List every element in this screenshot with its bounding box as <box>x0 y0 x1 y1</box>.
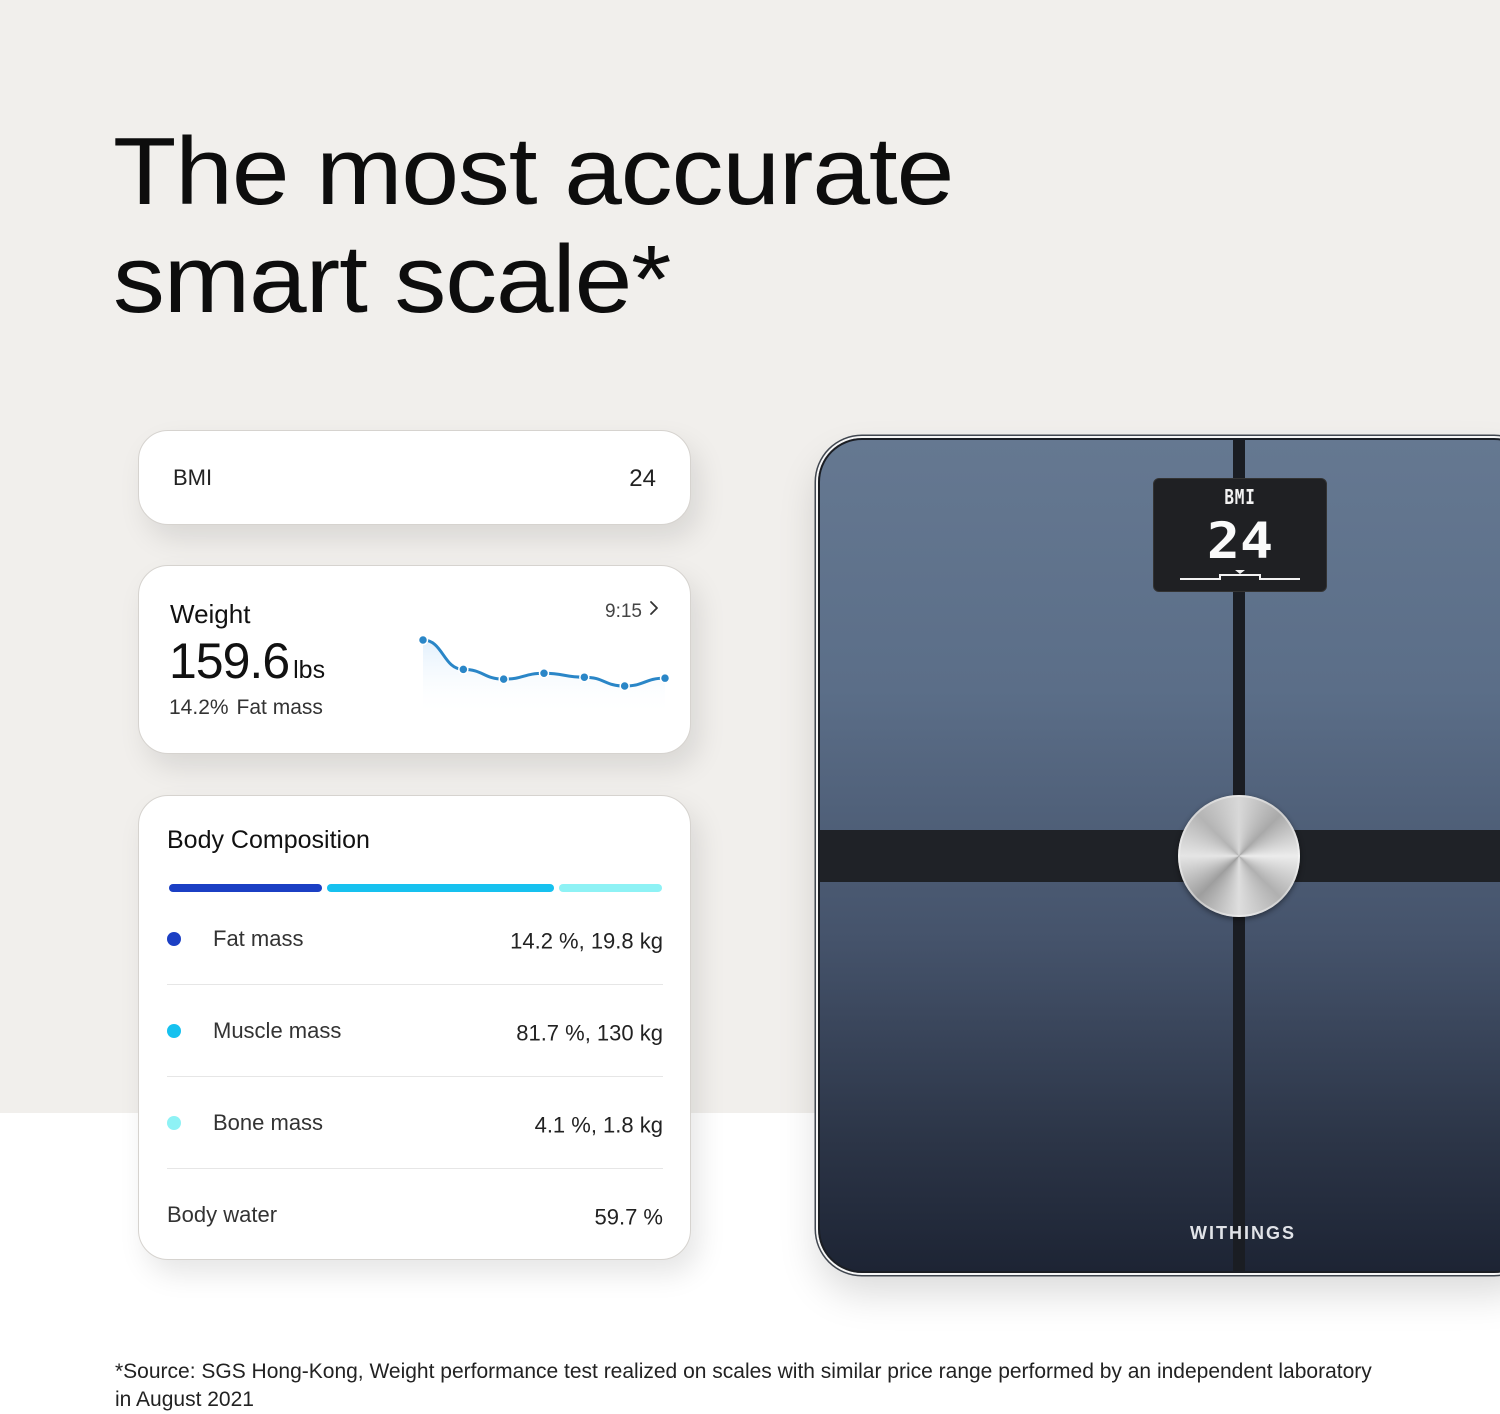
weight-trend-point <box>498 673 509 685</box>
weight-value: 159.6 lbs <box>169 632 325 690</box>
composition-row-fat[interactable]: Fat mass 14.2 %, 19.8 kg <box>167 893 663 985</box>
weight-title: Weight <box>170 599 251 629</box>
scale-display: BMI 24 <box>1153 478 1327 592</box>
row-label: Muscle mass <box>213 1017 342 1043</box>
composition-row-muscle[interactable]: Muscle mass 81.7 %, 130 kg <box>167 985 663 1077</box>
weight-trend-point <box>458 664 469 675</box>
weight-trend-point <box>538 668 550 679</box>
bone-dot-icon <box>167 1115 181 1130</box>
row-label: Fat mass <box>213 925 304 951</box>
composition-bar <box>169 884 662 892</box>
brand-logo: WITHINGS <box>1190 1223 1296 1243</box>
footnote: *Source: SGS Hong-Kong, Weight performan… <box>115 1360 1372 1411</box>
weight-fat-label: Fat mass <box>236 696 323 719</box>
body-composition-card[interactable]: Body Composition Fat mass 14.2 %, 19.8 k… <box>138 795 691 1260</box>
fat-dot-icon <box>167 931 181 946</box>
composition-bar-fat <box>169 884 322 892</box>
display-gauge-icon <box>1180 570 1300 580</box>
headline-line-1: The most accurate <box>113 118 954 225</box>
row-value: 59.7 % <box>594 1204 664 1230</box>
weight-trend-point <box>417 634 429 646</box>
bmi-value: 24 <box>629 465 656 492</box>
row-value: 14.2 %, 19.8 kg <box>510 928 663 954</box>
row-value: 4.1 %, 1.8 kg <box>534 1112 663 1138</box>
chevron-right-icon[interactable] <box>648 599 660 623</box>
weight-trend-point <box>579 671 590 683</box>
weight-fat-line: 14.2% Fat mass <box>169 696 323 720</box>
weight-trend-point <box>619 680 630 692</box>
composition-row-water[interactable]: Body water 59.7 % <box>167 1169 663 1261</box>
headline-line-2: smart scale* <box>113 226 672 333</box>
headline: The most accurate smart scale* <box>113 118 954 334</box>
bmi-card[interactable]: BMI 24 <box>138 430 691 525</box>
composition-row-bone[interactable]: Bone mass 4.1 %, 1.8 kg <box>167 1077 663 1169</box>
weight-trend-point <box>659 672 671 684</box>
row-label: Bone mass <box>213 1109 324 1135</box>
smart-scale-image: BMI 24 WITHINGS <box>818 438 1500 1273</box>
display-value: 24 <box>1206 512 1274 570</box>
bmi-label: BMI <box>173 465 213 490</box>
scale-horizontal-band <box>820 830 1500 882</box>
body-composition-title: Body Composition <box>167 826 370 854</box>
row-label: Body water <box>167 1202 278 1227</box>
row-value: 81.7 %, 130 kg <box>516 1020 663 1046</box>
weight-fat-percent: 14.2% <box>169 696 229 719</box>
display-label: BMI <box>1224 485 1256 509</box>
muscle-dot-icon <box>167 1023 181 1038</box>
weight-card[interactable]: Weight 9:15 159.6 lbs 14.2% Fat mass <box>138 565 691 754</box>
composition-bar-muscle <box>326 884 554 892</box>
weight-number: 159.6 <box>169 633 290 689</box>
scale-center-knob <box>1178 795 1300 917</box>
weight-unit: lbs <box>293 656 326 684</box>
composition-bar-bone <box>558 884 662 892</box>
weight-time: 9:15 <box>605 601 642 622</box>
weight-trend-chart <box>417 634 671 716</box>
